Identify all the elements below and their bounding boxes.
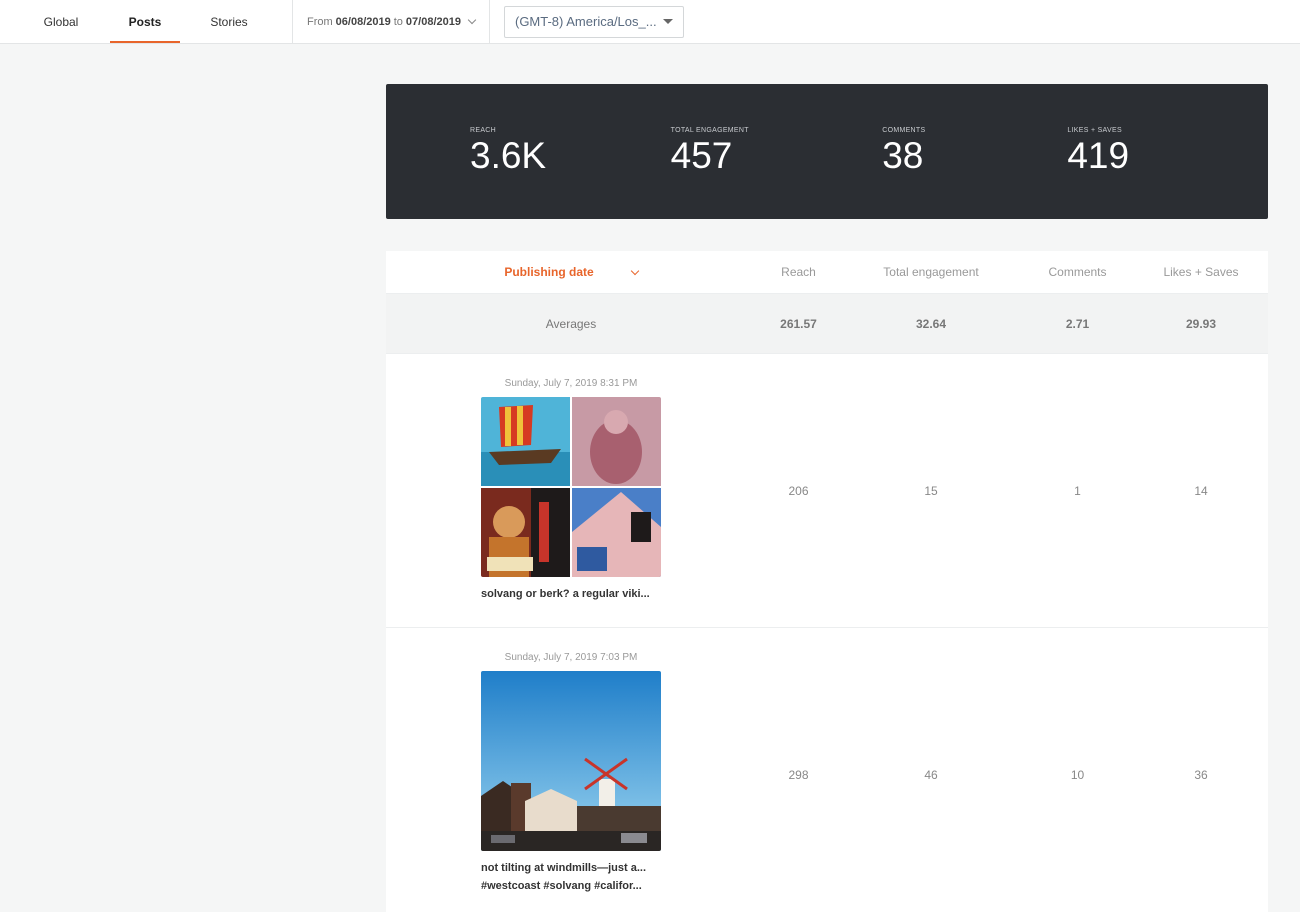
- top-bar: Global Posts Stories From 06/08/2019 to …: [0, 0, 1300, 44]
- timezone-select[interactable]: (GMT-8) America/Los_...: [503, 5, 684, 38]
- tab-global[interactable]: Global: [20, 0, 102, 43]
- post-cell: Sunday, July 7, 2019 7:03 PM not tilting…: [386, 628, 756, 895]
- post-total-engagement: 15: [924, 483, 938, 498]
- post-caption-hashtags: #westcoast #solvang #califor...: [481, 880, 642, 892]
- stat-value: 457: [670, 135, 733, 176]
- stat-total-engagement: TOTAL ENGAGEMENT 457: [671, 127, 883, 176]
- average-comments: 2.71: [1065, 316, 1090, 331]
- tab-stories[interactable]: Stories: [188, 0, 270, 43]
- post-likes-saves: 14: [1194, 483, 1208, 498]
- timezone-value: (GMT-8) America/Los_...: [514, 14, 657, 29]
- column-header-total-engagement[interactable]: Total engagement: [841, 265, 1021, 279]
- date-range-end: 07/08/2019: [405, 15, 461, 28]
- averages-row: Averages 261.57 32.64 2.71 29.93: [386, 294, 1268, 354]
- post-block: Sunday, July 7, 2019 7:03 PM not tilting…: [481, 652, 661, 895]
- sort-label: Publishing date: [504, 265, 594, 279]
- post-caption: solvang or berk? a regular viki...: [481, 588, 650, 600]
- header-post-col: Publishing date: [386, 265, 756, 279]
- averages-label: Averages: [545, 316, 597, 331]
- date-range-joiner: to: [393, 15, 403, 28]
- table-row[interactable]: Sunday, July 7, 2019 7:03 PM not tilting…: [386, 628, 1268, 912]
- post-date: Sunday, July 7, 2019 8:31 PM: [504, 378, 638, 389]
- post-cell: Sunday, July 7, 2019 8:31 PM solvang or …: [386, 378, 756, 603]
- tab-bar: Global Posts Stories: [0, 0, 272, 43]
- stat-label: REACH: [470, 127, 497, 134]
- stat-label: COMMENTS: [882, 127, 926, 134]
- stat-label: TOTAL ENGAGEMENT: [670, 127, 749, 134]
- date-range-prefix: From: [307, 15, 333, 28]
- table-header: Publishing date Reach Total engagement C…: [386, 251, 1268, 294]
- chevron-down-icon: [467, 15, 477, 25]
- average-likes-saves: 29.93: [1185, 316, 1217, 331]
- stats-banner: REACH 3.6K TOTAL ENGAGEMENT 457 COMMENTS…: [386, 84, 1268, 219]
- post-total-engagement: 46: [924, 768, 938, 782]
- posts-table: Publishing date Reach Total engagement C…: [386, 251, 1268, 912]
- stat-likes-saves: LIKES + SAVES 419: [1067, 127, 1268, 176]
- date-range-start: 06/08/2019: [335, 15, 391, 28]
- column-header-likes-saves[interactable]: Likes + Saves: [1134, 265, 1268, 279]
- average-total-engagement: 32.64: [915, 316, 947, 331]
- table-row[interactable]: Sunday, July 7, 2019 8:31 PM solvang or …: [386, 354, 1268, 628]
- post-reach: 206: [788, 483, 809, 498]
- stat-value: 419: [1067, 135, 1130, 176]
- stat-reach: REACH 3.6K: [470, 127, 671, 176]
- caret-down-icon: [662, 19, 673, 24]
- column-header-reach[interactable]: Reach: [756, 265, 841, 279]
- column-header-comments[interactable]: Comments: [1021, 265, 1134, 279]
- post-thumbnail[interactable]: [481, 397, 661, 577]
- timezone-wrap: (GMT-8) America/Los_...: [490, 0, 684, 43]
- post-reach: 298: [788, 768, 809, 782]
- post-thumbnail[interactable]: [481, 671, 661, 851]
- chevron-down-icon: [630, 266, 639, 275]
- post-comments: 10: [1070, 768, 1085, 782]
- stat-value: 38: [882, 135, 924, 176]
- stat-value: 3.6K: [470, 135, 547, 176]
- sort-publishing-date[interactable]: Publishing date: [504, 265, 639, 279]
- stat-comments: COMMENTS 38: [882, 127, 1067, 176]
- tab-posts[interactable]: Posts: [104, 0, 186, 43]
- average-reach: 261.57: [780, 316, 817, 331]
- post-likes-saves: 36: [1194, 768, 1208, 782]
- date-range-picker[interactable]: From 06/08/2019 to 07/08/2019: [293, 0, 489, 43]
- post-date: Sunday, July 7, 2019 7:03 PM: [504, 652, 638, 663]
- post-block: Sunday, July 7, 2019 8:31 PM solvang or …: [481, 378, 661, 603]
- stat-label: LIKES + SAVES: [1067, 127, 1122, 134]
- post-caption: not tilting at windmills—just a...: [481, 862, 646, 874]
- post-comments: 1: [1074, 483, 1081, 498]
